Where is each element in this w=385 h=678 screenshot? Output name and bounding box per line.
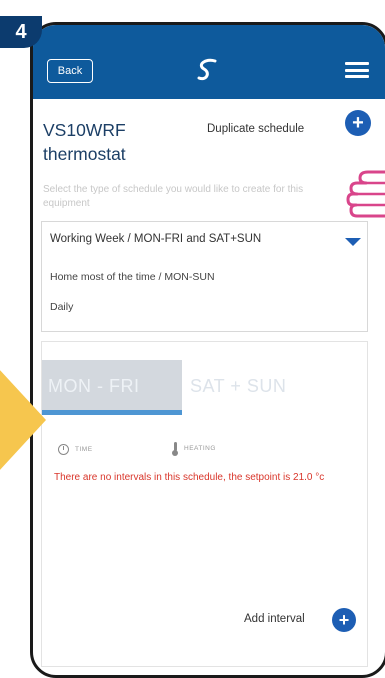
add-interval-button[interactable]: +: [332, 608, 356, 632]
selected-schedule-type: Working Week / MON-FRI and SAT+SUN: [50, 233, 262, 245]
heating-column-label: HEATING: [184, 445, 216, 452]
tab-mon-fri[interactable]: MON - FRI: [42, 360, 182, 410]
tab-mon-fri-label: MON - FRI: [48, 376, 140, 396]
pointing-hand-icon: [346, 170, 385, 218]
add-interval-label[interactable]: Add interval: [244, 613, 305, 625]
duplicate-schedule-label[interactable]: Duplicate schedule: [207, 123, 304, 135]
tab-sat-sun-label: SAT + SUN: [190, 376, 287, 396]
plus-icon: +: [352, 111, 364, 134]
top-bar: Back: [33, 25, 385, 99]
time-column-header: TIME: [58, 444, 93, 455]
no-intervals-message: There are no intervals in this schedule,…: [54, 472, 325, 483]
page-title-line1: VS10WRF: [43, 120, 126, 140]
schedule-type-select[interactable]: Working Week / MON-FRI and SAT+SUN: [41, 221, 368, 259]
page-subtitle: Select the type of schedule you would li…: [43, 184, 304, 209]
pointer-arrow-icon: [0, 368, 46, 472]
page-title-line2: thermostat: [43, 144, 126, 164]
active-tab-indicator: [42, 410, 182, 415]
step-number-badge: 4: [0, 16, 42, 48]
salus-logo-icon[interactable]: [193, 54, 223, 84]
duplicate-schedule-button[interactable]: +: [345, 110, 371, 136]
heating-column-header: HEATING: [172, 442, 216, 456]
back-button[interactable]: Back: [47, 59, 93, 83]
schedule-option-home[interactable]: Home most of the time / MON-SUN: [50, 271, 215, 283]
thermometer-icon: [172, 442, 178, 456]
page-title: VS10WRF thermostat: [43, 118, 203, 166]
plus-icon: +: [338, 609, 350, 630]
phone-frame: Back VS10WRF thermostat Duplicate schedu…: [30, 22, 385, 678]
step-number: 4: [15, 20, 27, 43]
hamburger-menu-icon[interactable]: [345, 62, 369, 78]
schedule-options-list: Home most of the time / MON-SUN Daily: [41, 257, 368, 332]
schedule-card: MON - FRI SAT + SUN TIME HEATING There a…: [41, 341, 368, 667]
clock-icon: [58, 444, 69, 455]
time-column-label: TIME: [75, 446, 93, 453]
schedule-option-daily[interactable]: Daily: [50, 301, 73, 313]
